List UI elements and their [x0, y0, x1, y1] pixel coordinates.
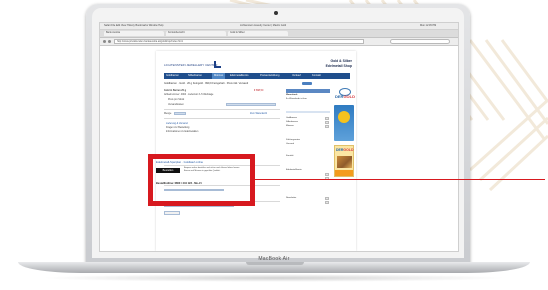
quantity-field[interactable]	[226, 103, 276, 106]
back-icon[interactable]	[103, 40, 106, 43]
browser-tab[interactable]: Kontoübersicht	[166, 31, 226, 36]
laptop-hinge-notch	[246, 262, 304, 265]
ad-image	[337, 156, 352, 168]
ad-logo[interactable]: DERGOLD	[334, 87, 356, 103]
info-link[interactable]: Informationen zu Edelmetallen	[166, 130, 198, 133]
product-meta: Artikelnummer: 4004 · Lieferzeit 3–5 Wer…	[164, 93, 214, 96]
ad-band	[335, 170, 353, 176]
camera-icon	[274, 11, 278, 15]
browser-toolbar: http://www.privatkunden.bankaustria.at/g…	[100, 38, 458, 46]
product-price: € 898,50	[254, 89, 264, 92]
os-menubar: Safari File Edit View History Bookmarks …	[100, 23, 458, 30]
checkbox[interactable]	[325, 117, 329, 120]
highlight-frame	[148, 154, 255, 206]
menubar-left[interactable]: Safari File Edit View History Bookmarks …	[104, 24, 163, 27]
checkbox[interactable]	[325, 201, 329, 204]
ad-brand-accent: GOLD	[343, 148, 354, 152]
cart-status: Ihr Warenkorb ist leer	[286, 98, 307, 100]
divider	[164, 109, 280, 110]
browser-tab[interactable]: Bank Austria	[104, 31, 164, 36]
site-logo-icon	[214, 61, 221, 68]
web-page: LICHTENSTEIN JEWELLERY CENTER Gold & Sil…	[156, 51, 356, 251]
info-badge[interactable]	[302, 82, 312, 85]
callout-line	[255, 179, 545, 180]
sidebar-link[interactable]: Edelmetallkonto	[286, 169, 302, 171]
ad-wordmark: DERGOLD	[336, 148, 354, 152]
site-logo-text[interactable]: LICHTENSTEIN JEWELLERY CENTER	[164, 63, 217, 67]
nav-item[interactable]: Kontakt	[312, 74, 321, 77]
search-input[interactable]	[390, 39, 450, 44]
sidebar-link[interactable]: Versand	[286, 143, 294, 145]
checkbox[interactable]	[325, 125, 329, 128]
quantity-label: Menge	[164, 112, 172, 115]
cart-panel-title: Warenkorb	[286, 94, 298, 96]
page-title: Gold & Silber Edelmetall Shop	[314, 59, 352, 68]
laptop-brand: MacBook Air	[258, 256, 290, 262]
laptop-screen: Safari File Edit View History Bookmarks …	[99, 22, 459, 252]
laptop-shadow	[40, 274, 508, 282]
nav-item[interactable]: Edelmetallkonto	[230, 74, 248, 77]
forward-icon[interactable]	[108, 40, 111, 43]
address-bar[interactable]: http://www.privatkunden.bankaustria.at/g…	[114, 39, 364, 44]
ad-banner[interactable]: DERGOLD	[334, 145, 354, 177]
ad-brand-accent: GOLD	[343, 94, 355, 99]
checkbox[interactable]	[325, 121, 329, 124]
sidebar-link[interactable]: Münzen	[286, 125, 294, 127]
cart-sidebar: Warenkorb Ihr Warenkorb ist leer Goldbar…	[286, 89, 330, 251]
panel-divider	[286, 111, 330, 113]
sidebar-link[interactable]: Zahlungsarten	[286, 139, 300, 141]
faq-link[interactable]: Fragen zur Bestellung	[166, 126, 189, 129]
menubar-clock: Mon 12:45 PM	[420, 24, 437, 27]
nav-item[interactable]: Verkauf	[292, 74, 301, 77]
breadcrumb: Goldbarren · Gold · 20 g Feingold · 999,…	[164, 82, 249, 85]
main-nav: Goldbarren Silberbarren Münzen Edelmetal…	[164, 73, 350, 79]
sidebar-link[interactable]: Goldbarren	[286, 117, 297, 119]
nav-item[interactable]: Silberbarren	[188, 74, 202, 77]
sidebar-link[interactable]: Newsletter	[286, 197, 296, 199]
ad-banner[interactable]	[334, 105, 354, 141]
price-label: Preis pro Stück	[168, 98, 185, 101]
add-to-cart-link[interactable]: Zum Warenkorb	[250, 112, 267, 115]
sidebar-link[interactable]: Silberbarren	[286, 121, 298, 123]
browser-tabbar: Bank Austria Kontoübersicht Gold & Silbe…	[100, 30, 458, 38]
quantity-input[interactable]	[174, 112, 186, 115]
nav-item[interactable]: Preisentwicklung	[260, 74, 279, 77]
checkbox[interactable]	[325, 197, 329, 200]
bank-logo-icon	[164, 211, 180, 215]
title-line: Edelmetall Shop	[325, 63, 352, 68]
sun-icon	[338, 111, 350, 123]
nav-item-active[interactable]: Münzen	[212, 73, 226, 79]
sidebar-link[interactable]: Kontakt	[286, 155, 293, 157]
divider	[164, 118, 280, 119]
checkbox[interactable]	[325, 173, 329, 176]
browser-tab[interactable]: Gold & Silber	[228, 31, 288, 36]
menubar-center: Lichtenstein Jewelry Center | Maxim Gold	[240, 24, 287, 27]
nav-item[interactable]: Goldbarren	[166, 74, 179, 77]
shipping-label: Versandkosten	[168, 103, 184, 106]
ad-logo-wordmark: DERGOLD	[334, 94, 356, 99]
cart-panel-header	[286, 89, 330, 93]
shipping-link[interactable]: Lieferung & Versand	[166, 122, 188, 125]
product-name: Gold in Barren 20 g	[164, 89, 187, 92]
